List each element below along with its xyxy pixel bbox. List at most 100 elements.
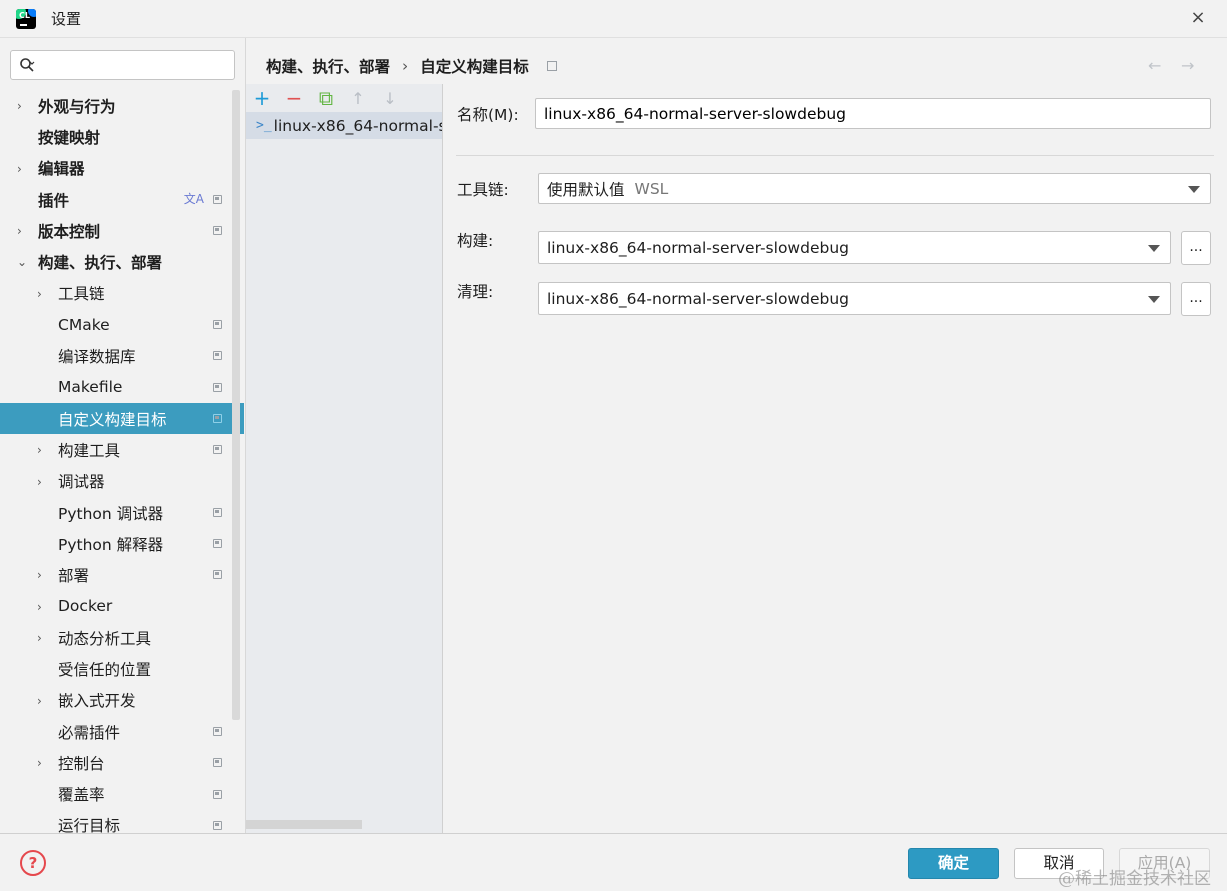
sidebar-item[interactable]: › 工具链 (0, 278, 244, 309)
search-input[interactable] (43, 55, 228, 75)
sidebar-item-label: 编辑器 (38, 160, 85, 179)
project-scope-icon (213, 382, 222, 392)
project-scope-icon (213, 351, 222, 361)
sidebar-item[interactable]: › Docker (0, 591, 244, 622)
dropdown-arrow-icon (1148, 295, 1160, 303)
sidebar-item[interactable]: › 构建工具 (0, 434, 244, 465)
sidebar-item[interactable]: › 版本控制 (0, 215, 244, 246)
sidebar-item-label: 部署 (58, 567, 90, 586)
sidebar-item[interactable]: 编译数据库 (0, 340, 244, 371)
sidebar-item[interactable]: › 编辑器 (0, 153, 244, 184)
name-field[interactable] (535, 98, 1211, 129)
chevron-right-icon[interactable]: › (17, 100, 29, 112)
sidebar-item-label: 运行目标 (58, 817, 121, 833)
chevron-right-icon[interactable]: › (37, 601, 49, 613)
copy-icon[interactable]: ⧉ (310, 84, 342, 112)
build-value: linux-x86_64-normal-server-slowdebug (547, 238, 849, 257)
project-scope-icon (213, 226, 222, 236)
sidebar-item-label: 自定义构建目标 (58, 410, 167, 429)
sidebar-item-label: 工具链 (58, 285, 105, 304)
settings-sidebar: › 外观与行为按键映射 › 编辑器插件 文A › 版本控制 ⌄ 构建、执行、部署 › 工具链 CMak… (0, 38, 246, 833)
dropdown-arrow-icon (1148, 244, 1160, 252)
list-toolbar: + − ⧉ ↑ ↓ (246, 84, 443, 112)
breadcrumb-current: 自定义构建目标 (420, 58, 529, 76)
sidebar-item-label: 动态分析工具 (58, 629, 152, 648)
sidebar-item[interactable]: › 嵌入式开发 (0, 685, 244, 716)
project-scope-icon (213, 445, 222, 455)
chevron-right-icon[interactable]: › (37, 569, 49, 581)
sidebar-item[interactable]: Makefile (0, 372, 244, 403)
sidebar-item[interactable]: 插件 文A (0, 184, 244, 215)
sidebar-item-label: 调试器 (58, 473, 105, 492)
breadcrumb-separator: › (402, 57, 409, 75)
project-scope-icon (213, 726, 222, 736)
sidebar-item[interactable]: › 部署 (0, 559, 244, 590)
sidebar-item[interactable]: › 控制台 (0, 747, 244, 778)
add-icon[interactable]: + (246, 84, 278, 112)
chevron-right-icon[interactable]: › (17, 225, 29, 237)
clean-select[interactable]: linux-x86_64-normal-server-slowdebug (538, 282, 1171, 315)
close-icon[interactable]: × (1189, 9, 1207, 27)
sidebar-item[interactable]: 运行目标 (0, 810, 244, 833)
title-bar: CL 设置 × (0, 0, 1227, 38)
list-item[interactable]: >_ linux-x86_64-normal-server-slowdebug (246, 112, 442, 139)
move-up-icon[interactable]: ↑ (342, 84, 374, 112)
sidebar-item[interactable]: 按键映射 (0, 121, 244, 152)
sidebar-item-label: 构建工具 (58, 441, 121, 460)
sidebar-item[interactable]: › 外观与行为 (0, 90, 244, 121)
toolchain-label: 工具链: (457, 181, 509, 199)
help-icon[interactable]: ? (20, 850, 46, 876)
chevron-right-icon[interactable]: › (37, 444, 49, 456)
sidebar-item[interactable]: 必需插件 (0, 716, 244, 747)
project-scope-icon (213, 789, 222, 799)
build-browse-button[interactable]: ... (1181, 231, 1211, 265)
sidebar-item-label: 外观与行为 (38, 97, 116, 116)
chevron-right-icon[interactable]: › (37, 288, 49, 300)
sidebar-item-label: Docker (58, 597, 113, 616)
search-icon (20, 58, 35, 72)
project-scope-icon (213, 507, 222, 517)
move-down-icon[interactable]: ↓ (374, 84, 406, 112)
back-arrow-icon[interactable]: ← (1148, 56, 1161, 75)
chevron-down-icon[interactable]: ⌄ (17, 256, 29, 268)
chevron-right-icon[interactable]: › (17, 163, 29, 175)
sidebar-item-label: CMake (58, 315, 110, 334)
sidebar-item-label: Python 调试器 (58, 504, 164, 523)
remove-icon[interactable]: − (278, 84, 310, 112)
sidebar-item[interactable]: › 动态分析工具 (0, 622, 244, 653)
dialog-button-bar: ? 确定 取消 应用(A) (0, 833, 1227, 891)
terminal-icon: >_ (256, 118, 272, 133)
clean-browse-button[interactable]: ... (1181, 282, 1211, 316)
chevron-right-icon[interactable]: › (37, 476, 49, 488)
build-select[interactable]: linux-x86_64-normal-server-slowdebug (538, 231, 1171, 264)
search-box[interactable] (10, 50, 235, 80)
project-scope-icon (213, 570, 222, 580)
list-item-label: linux-x86_64-normal-server-slowdebug (273, 116, 442, 135)
sidebar-scrollbar[interactable] (232, 90, 240, 720)
settings-tree: › 外观与行为按键映射 › 编辑器插件 文A › 版本控制 ⌄ 构建、执行、部署 › 工具链 CMak… (0, 90, 244, 833)
project-scope-icon (213, 539, 222, 549)
sidebar-item[interactable]: ⌄ 构建、执行、部署 (0, 246, 244, 277)
form-divider (456, 155, 1214, 156)
sidebar-item[interactable]: › 调试器 (0, 466, 244, 497)
list-horizontal-scrollbar[interactable] (246, 820, 362, 829)
sidebar-item[interactable]: 受信任的位置 (0, 653, 244, 684)
sidebar-item-label: 版本控制 (38, 222, 101, 241)
chevron-right-icon[interactable]: › (37, 632, 49, 644)
sidebar-item[interactable]: CMake (0, 309, 244, 340)
sidebar-item-label: 按键映射 (38, 128, 101, 147)
toolchain-select[interactable]: 使用默认值 WSL (538, 173, 1211, 204)
sidebar-item[interactable]: Python 调试器 (0, 497, 244, 528)
sidebar-item[interactable]: 覆盖率 (0, 779, 244, 810)
forward-arrow-icon[interactable]: → (1181, 56, 1194, 75)
sidebar-item[interactable]: 自定义构建目标 (0, 402, 244, 435)
ok-button[interactable]: 确定 (908, 848, 999, 879)
targets-list-panel (246, 84, 443, 833)
sidebar-item-label: 受信任的位置 (58, 660, 152, 679)
chevron-right-icon[interactable]: › (37, 757, 49, 769)
sidebar-item[interactable]: Python 解释器 (0, 528, 244, 559)
chevron-right-icon[interactable]: › (37, 695, 49, 707)
project-scope-icon (213, 413, 222, 423)
sidebar-item-label: 控制台 (58, 754, 105, 773)
breadcrumb-parent[interactable]: 构建、执行、部署 (266, 55, 390, 77)
